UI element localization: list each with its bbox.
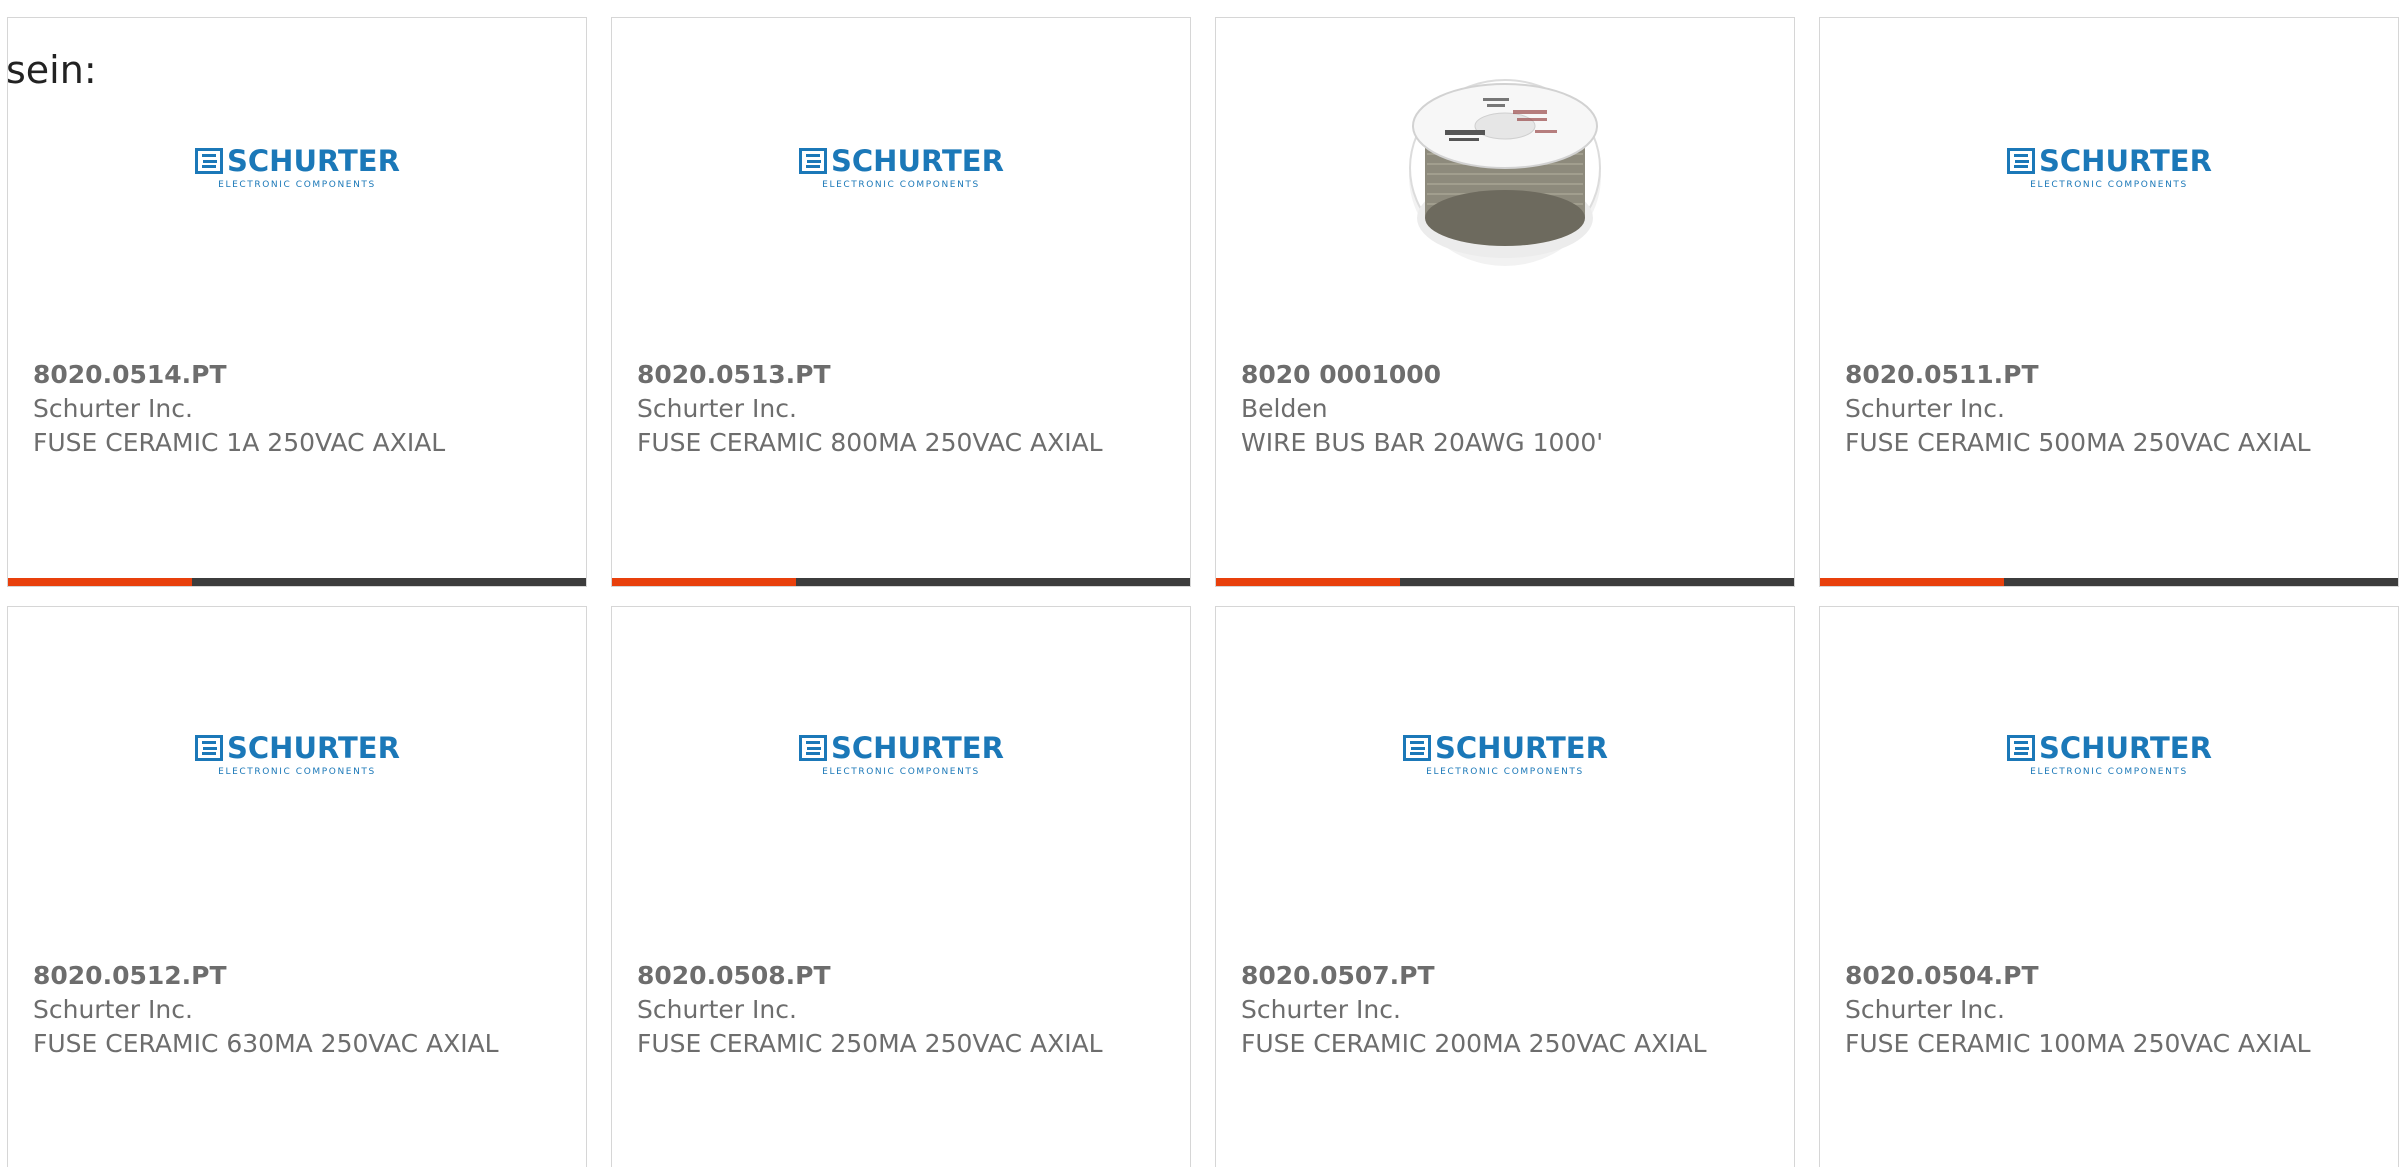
product-card[interactable]: 8020 0001000 Belden WIRE BUS BAR 20AWG 1…: [1215, 17, 1795, 587]
logo-subtitle: ELECTRONIC COMPONENTS: [1426, 767, 1584, 777]
intro-text: sein:: [6, 48, 97, 92]
product-image[interactable]: SCHURTER ELECTRONIC COMPONENTS: [612, 78, 1190, 258]
manufacturer-name: Schurter Inc.: [1241, 995, 1401, 1024]
manufacturer-name: Schurter Inc.: [637, 995, 797, 1024]
part-number-link[interactable]: 8020.0512.PT: [33, 959, 503, 993]
card-bottom-bar: [8, 578, 586, 586]
logo-subtitle: ELECTRONIC COMPONENTS: [822, 180, 980, 190]
schurter-logo-icon: SCHURTER ELECTRONIC COMPONENTS: [195, 144, 400, 190]
product-info: 8020.0511.PT Schurter Inc. FUSE CERAMIC …: [1845, 358, 2315, 460]
logo-subtitle: ELECTRONIC COMPONENTS: [2030, 180, 2188, 190]
product-description: FUSE CERAMIC 500MA 250VAC AXIAL: [1845, 428, 2311, 457]
schurter-logo-icon: SCHURTER ELECTRONIC COMPONENTS: [2007, 144, 2212, 190]
product-card[interactable]: SCHURTER ELECTRONIC COMPONENTS 8020.0508…: [611, 606, 1191, 1167]
product-card[interactable]: SCHURTER ELECTRONIC COMPONENTS 8020.0511…: [1819, 17, 2399, 587]
part-number-link[interactable]: 8020.0508.PT: [637, 959, 1107, 993]
product-info: 8020.0512.PT Schurter Inc. FUSE CERAMIC …: [33, 959, 503, 1061]
product-card[interactable]: SCHURTER ELECTRONIC COMPONENTS 8020.0513…: [611, 17, 1191, 587]
product-info: 8020.0508.PT Schurter Inc. FUSE CERAMIC …: [637, 959, 1107, 1061]
logo-wordmark: SCHURTER: [227, 731, 400, 765]
logo-wordmark: SCHURTER: [831, 144, 1004, 178]
product-card[interactable]: SCHURTER ELECTRONIC COMPONENTS 8020.0514…: [7, 17, 587, 587]
product-image[interactable]: SCHURTER ELECTRONIC COMPONENTS: [612, 665, 1190, 845]
wire-spool-icon: [1409, 79, 1601, 266]
manufacturer-name: Belden: [1241, 394, 1328, 423]
part-number-link[interactable]: 8020.0511.PT: [1845, 358, 2315, 392]
schurter-logo-icon: SCHURTER ELECTRONIC COMPONENTS: [799, 731, 1004, 777]
logo-subtitle: ELECTRONIC COMPONENTS: [2030, 767, 2188, 777]
logo-subtitle: ELECTRONIC COMPONENTS: [822, 767, 980, 777]
schurter-mark-icon: [2007, 148, 2035, 174]
product-info: 8020.0514.PT Schurter Inc. FUSE CERAMIC …: [33, 358, 503, 460]
card-bottom-bar: [1216, 578, 1794, 586]
part-number-link[interactable]: 8020.0504.PT: [1845, 959, 2315, 993]
manufacturer-name: Schurter Inc.: [1845, 394, 2005, 423]
product-info: 8020.0507.PT Schurter Inc. FUSE CERAMIC …: [1241, 959, 1711, 1061]
product-image[interactable]: SCHURTER ELECTRONIC COMPONENTS: [1820, 665, 2398, 845]
product-description: FUSE CERAMIC 800MA 250VAC AXIAL: [637, 428, 1103, 457]
schurter-logo-icon: SCHURTER ELECTRONIC COMPONENTS: [1403, 731, 1608, 777]
logo-wordmark: SCHURTER: [1435, 731, 1608, 765]
product-image[interactable]: SCHURTER ELECTRONIC COMPONENTS: [1820, 78, 2398, 258]
logo-wordmark: SCHURTER: [227, 144, 400, 178]
schurter-mark-icon: [195, 735, 223, 761]
product-description: FUSE CERAMIC 250MA 250VAC AXIAL: [637, 1029, 1103, 1058]
manufacturer-name: Schurter Inc.: [637, 394, 797, 423]
card-bottom-bar: [612, 578, 1190, 586]
card-accent-stripe: [8, 578, 192, 586]
product-description: FUSE CERAMIC 100MA 250VAC AXIAL: [1845, 1029, 2311, 1058]
product-grid-page: sein: SCHURTER ELECTRONIC COMPONENTS 802…: [0, 0, 2400, 1167]
schurter-mark-icon: [195, 148, 223, 174]
schurter-logo-icon: SCHURTER ELECTRONIC COMPONENTS: [799, 144, 1004, 190]
part-number-link[interactable]: 8020.0507.PT: [1241, 959, 1711, 993]
product-grid: SCHURTER ELECTRONIC COMPONENTS 8020.0514…: [0, 0, 2400, 1167]
product-description: WIRE BUS BAR 20AWG 1000': [1241, 428, 1604, 457]
product-image[interactable]: [1216, 78, 1794, 266]
card-accent-stripe: [1820, 578, 2004, 586]
logo-wordmark: SCHURTER: [831, 731, 1004, 765]
card-accent-stripe: [1216, 578, 1400, 586]
logo-subtitle: ELECTRONIC COMPONENTS: [218, 767, 376, 777]
part-number-link[interactable]: 8020.0513.PT: [637, 358, 1107, 392]
product-card[interactable]: SCHURTER ELECTRONIC COMPONENTS 8020.0507…: [1215, 606, 1795, 1167]
product-card[interactable]: SCHURTER ELECTRONIC COMPONENTS 8020.0512…: [7, 606, 587, 1167]
logo-subtitle: ELECTRONIC COMPONENTS: [218, 180, 376, 190]
manufacturer-name: Schurter Inc.: [1845, 995, 2005, 1024]
manufacturer-name: Schurter Inc.: [33, 995, 193, 1024]
product-info: 8020 0001000 Belden WIRE BUS BAR 20AWG 1…: [1241, 358, 1711, 460]
schurter-logo-icon: SCHURTER ELECTRONIC COMPONENTS: [2007, 731, 2212, 777]
product-info: 8020.0504.PT Schurter Inc. FUSE CERAMIC …: [1845, 959, 2315, 1061]
product-image[interactable]: SCHURTER ELECTRONIC COMPONENTS: [1216, 665, 1794, 845]
product-info: 8020.0513.PT Schurter Inc. FUSE CERAMIC …: [637, 358, 1107, 460]
product-description: FUSE CERAMIC 630MA 250VAC AXIAL: [33, 1029, 499, 1058]
manufacturer-name: Schurter Inc.: [33, 394, 193, 423]
schurter-mark-icon: [2007, 735, 2035, 761]
schurter-mark-icon: [799, 735, 827, 761]
part-number-link[interactable]: 8020.0514.PT: [33, 358, 503, 392]
card-bottom-bar: [1820, 578, 2398, 586]
product-card[interactable]: SCHURTER ELECTRONIC COMPONENTS 8020.0504…: [1819, 606, 2399, 1167]
schurter-mark-icon: [799, 148, 827, 174]
schurter-logo-icon: SCHURTER ELECTRONIC COMPONENTS: [195, 731, 400, 777]
product-description: FUSE CERAMIC 200MA 250VAC AXIAL: [1241, 1029, 1707, 1058]
schurter-mark-icon: [1403, 735, 1431, 761]
product-description: FUSE CERAMIC 1A 250VAC AXIAL: [33, 428, 446, 457]
card-accent-stripe: [612, 578, 796, 586]
logo-wordmark: SCHURTER: [2039, 144, 2212, 178]
logo-wordmark: SCHURTER: [2039, 731, 2212, 765]
product-image[interactable]: SCHURTER ELECTRONIC COMPONENTS: [8, 665, 586, 845]
part-number-link[interactable]: 8020 0001000: [1241, 358, 1711, 392]
product-image[interactable]: SCHURTER ELECTRONIC COMPONENTS: [8, 78, 586, 258]
